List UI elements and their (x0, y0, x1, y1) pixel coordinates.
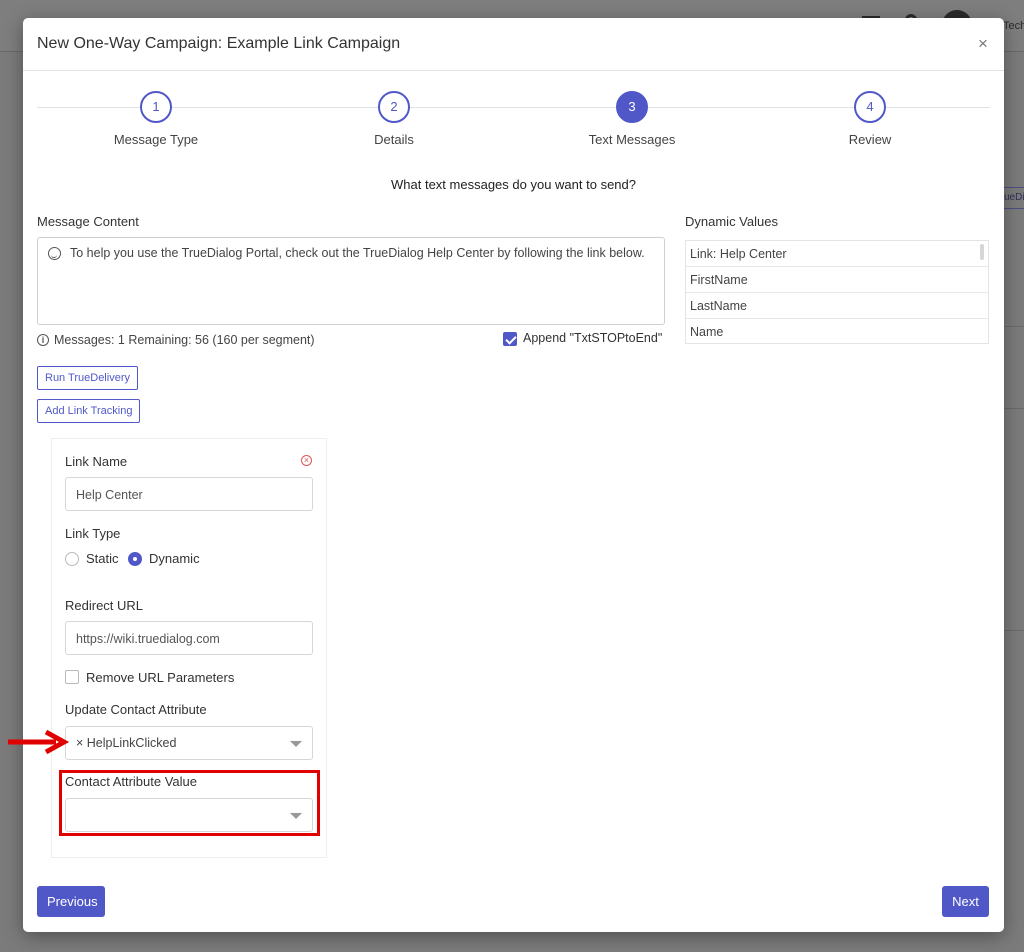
background-chip: ueDi (1001, 187, 1024, 209)
step-number: 2 (378, 91, 410, 123)
step-text-messages[interactable]: 3 Text Messages (572, 91, 692, 147)
background-user-text: Tech (1003, 20, 1024, 32)
dynamic-values-list: Link: Help Center FirstName LastName Nam… (685, 240, 989, 344)
background-divider (1003, 408, 1024, 409)
selected-attribute-tag[interactable]: × HelpLinkClicked (76, 736, 176, 750)
static-radio[interactable] (65, 552, 79, 566)
next-button[interactable]: Next (942, 886, 989, 917)
step-label: Text Messages (588, 132, 676, 147)
update-contact-attribute-select[interactable]: × HelpLinkClicked (65, 726, 313, 760)
dynamic-value-item[interactable]: FirstName (686, 267, 988, 293)
step-details[interactable]: 2 Details (334, 91, 454, 147)
dynamic-radio-label: Dynamic (149, 551, 200, 566)
modal-header: New One-Way Campaign: Example Link Campa… (23, 18, 1004, 71)
dynamic-radio[interactable] (128, 552, 142, 566)
message-content-label: Message Content (37, 214, 139, 229)
page-prompt: What text messages do you want to send? (391, 177, 636, 192)
message-content-textarea[interactable]: To help you use the TrueDialog Portal, c… (37, 237, 665, 325)
static-radio-label: Static (86, 551, 119, 566)
dynamic-value-item[interactable]: LastName (686, 293, 988, 319)
scrollbar[interactable] (980, 244, 984, 260)
run-truedelivery-button[interactable]: Run TrueDelivery (37, 366, 138, 390)
append-stop-checkbox[interactable] (503, 332, 517, 346)
redirect-url-label: Redirect URL (65, 598, 144, 613)
message-counter: Messages: 1 Remaining: 56 (160 per segme… (54, 333, 315, 347)
background-divider (1003, 326, 1024, 327)
step-label: Details (374, 132, 414, 147)
step-review[interactable]: 4 Review (810, 91, 930, 147)
step-number: 4 (854, 91, 886, 123)
close-icon[interactable]: × (973, 34, 993, 54)
dynamic-values-label: Dynamic Values (685, 214, 778, 229)
step-label: Message Type (113, 132, 199, 147)
annotation-arrow-icon (8, 729, 70, 755)
dynamic-value-item[interactable]: Link: Help Center (686, 241, 988, 267)
emoji-icon[interactable] (48, 247, 61, 260)
step-number: 1 (140, 91, 172, 123)
contact-attribute-value-label: Contact Attribute Value (65, 774, 198, 789)
remove-link-icon[interactable]: × (301, 455, 312, 466)
link-type-label: Link Type (65, 526, 121, 541)
redirect-url-input[interactable]: https://wiki.truedialog.com (65, 621, 313, 655)
remove-url-params-checkbox[interactable] (65, 670, 79, 684)
step-number: 3 (616, 91, 648, 123)
remove-url-params-label: Remove URL Parameters (86, 670, 235, 685)
modal-title: New One-Way Campaign: Example Link Campa… (37, 35, 401, 52)
add-link-tracking-button[interactable]: Add Link Tracking (37, 399, 141, 423)
link-name-label: Link Name (65, 454, 128, 469)
campaign-modal: New One-Way Campaign: Example Link Campa… (23, 18, 1004, 932)
dynamic-value-item[interactable]: Name (686, 319, 988, 345)
chevron-down-icon (290, 741, 302, 747)
contact-attribute-value-select[interactable] (65, 798, 313, 832)
chevron-down-icon (290, 813, 302, 819)
link-name-input[interactable]: Help Center (65, 477, 313, 511)
step-message-type[interactable]: 1 Message Type (96, 91, 216, 147)
update-contact-attribute-label: Update Contact Attribute (65, 702, 207, 717)
info-icon: i (37, 334, 49, 346)
background-divider (1003, 630, 1024, 631)
previous-button[interactable]: Previous (37, 886, 105, 917)
step-label: Review (848, 132, 892, 147)
append-stop-label: Append "TxtSTOPtoEnd" (523, 331, 663, 345)
message-text: To help you use the TrueDialog Portal, c… (70, 246, 645, 260)
